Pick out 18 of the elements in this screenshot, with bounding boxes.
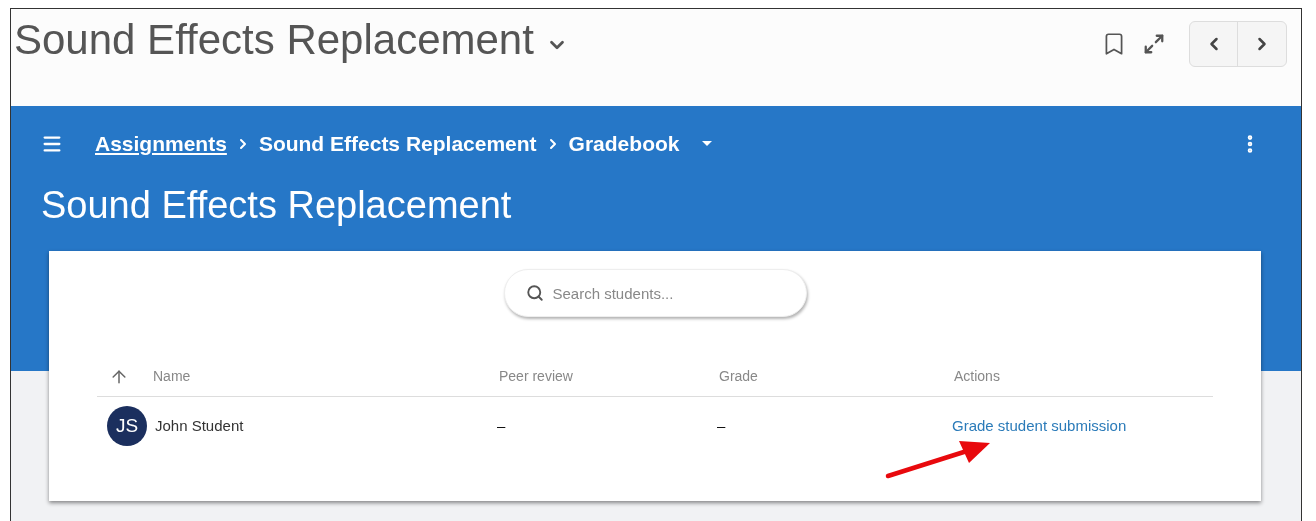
breadcrumb-link[interactable]: Assignments <box>95 128 227 160</box>
search-icon <box>525 284 544 302</box>
breadcrumb-link[interactable]: Sound Effects Replacement <box>258 128 537 160</box>
column-header: Peer review <box>499 367 573 386</box>
window-title: Sound Effects Replacement <box>14 17 534 64</box>
page-title: Sound Effects Replacement <box>41 182 513 228</box>
column-header: Name <box>153 367 191 386</box>
search-field[interactable]: Search students... <box>503 269 807 317</box>
fullscreen-icon[interactable] <box>1143 33 1165 55</box>
column-header: Actions <box>954 367 1000 386</box>
table-cell-text: John Student <box>155 415 244 436</box>
caret-icon[interactable] <box>701 139 714 148</box>
table-cell: – <box>717 417 726 434</box>
grade-submission-link[interactable]: Grade student submission <box>952 417 1127 434</box>
breadcrumb-link[interactable]: Gradebook <box>568 128 680 160</box>
table-cell: – <box>497 417 506 434</box>
avatar: JS <box>107 406 147 446</box>
column-header: Grade <box>719 367 758 386</box>
